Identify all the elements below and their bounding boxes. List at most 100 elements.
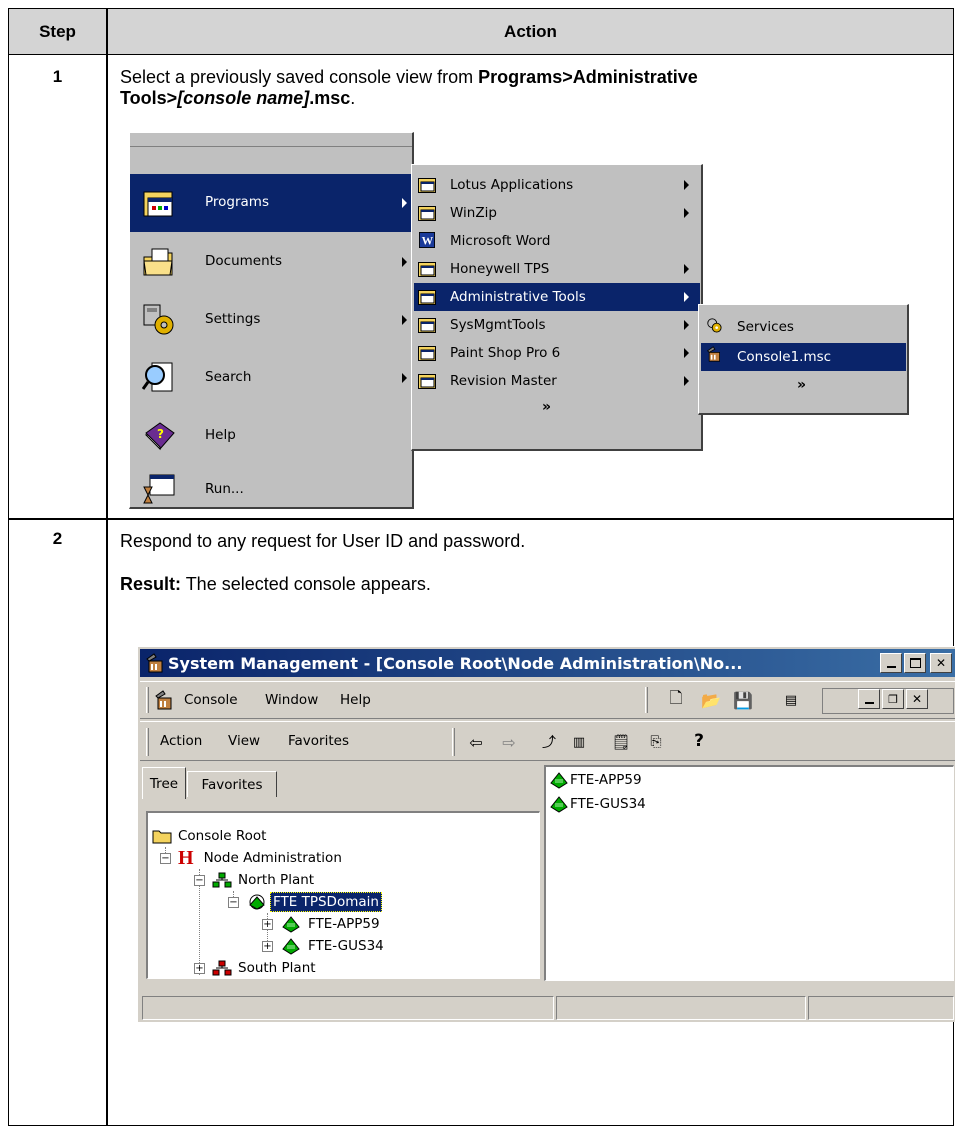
close-icon: ✕ bbox=[935, 656, 947, 670]
help-book-icon: ? bbox=[144, 422, 175, 451]
tree-item-fte-gus34[interactable]: FTE-GUS34 bbox=[280, 935, 384, 957]
list-pane: FTE-APP59 FTE-GUS34 bbox=[544, 765, 954, 981]
services-gear-icon bbox=[707, 318, 722, 333]
tree-item-fte-app59[interactable]: FTE-APP59 bbox=[280, 913, 380, 935]
submenu-item-word[interactable]: W Microsoft Word bbox=[414, 227, 700, 255]
menu-item-programs[interactable]: Programs bbox=[130, 174, 413, 232]
expand-icon[interactable]: + bbox=[194, 963, 205, 974]
save-icon[interactable]: 💾 bbox=[732, 689, 754, 711]
back-arrow-icon[interactable]: ⇦ bbox=[465, 731, 487, 753]
program-group-icon bbox=[418, 178, 436, 193]
tree-item-fte-tpsdomain[interactable]: FTE TPSDomain bbox=[246, 891, 382, 913]
menu-top-strip bbox=[130, 133, 412, 147]
window-titlebar[interactable]: System Management - [Console Root\Node A… bbox=[140, 649, 955, 677]
menu-window[interactable]: Window bbox=[265, 682, 318, 718]
menu-item-documents[interactable]: Documents bbox=[130, 235, 413, 293]
submenu-arrow-icon bbox=[402, 257, 407, 267]
submenu-item-revision[interactable]: Revision Master bbox=[414, 367, 700, 395]
tree-item-console-root[interactable]: Console Root bbox=[152, 825, 266, 847]
menu-favorites[interactable]: Favorites bbox=[288, 722, 349, 760]
menu-help[interactable]: Help bbox=[340, 682, 371, 718]
menu-item-search[interactable]: Search bbox=[130, 351, 413, 409]
list-item[interactable]: FTE-APP59 bbox=[548, 769, 642, 791]
submenu-label: Microsoft Word bbox=[450, 233, 551, 249]
child-minimize-button[interactable] bbox=[858, 689, 880, 709]
submenu-item-honeywell[interactable]: Honeywell TPS bbox=[414, 255, 700, 283]
programs-icon bbox=[143, 191, 173, 217]
tree-label: South Plant bbox=[238, 960, 316, 976]
collapse-icon[interactable]: − bbox=[228, 897, 239, 908]
menu-label-search: Search bbox=[205, 369, 252, 385]
tree-item-node-admin[interactable]: H Node Administration bbox=[178, 847, 342, 869]
console-menu-icon bbox=[155, 690, 172, 710]
result-text: The selected console appears. bbox=[181, 574, 431, 594]
tree-item-north-plant[interactable]: North Plant bbox=[212, 869, 314, 891]
expand-more-icon[interactable]: » bbox=[542, 399, 551, 415]
window-title: System Management - [Console Root\Node A… bbox=[168, 653, 743, 673]
program-group-icon bbox=[418, 374, 436, 389]
submenu-item-console1[interactable]: Console1.msc bbox=[701, 343, 906, 371]
list-item[interactable]: FTE-GUS34 bbox=[548, 793, 646, 815]
menu-item-help[interactable]: ? Help bbox=[130, 409, 413, 467]
export-list-icon[interactable]: ⎘ bbox=[645, 731, 667, 753]
svg-text:W: W bbox=[422, 235, 434, 247]
menu-item-run[interactable]: Run... bbox=[130, 463, 413, 521]
node-green-icon bbox=[550, 796, 568, 813]
tree-item-south-plant[interactable]: South Plant bbox=[212, 957, 316, 979]
properties-icon[interactable]: 🗒 bbox=[610, 731, 632, 753]
menu-console[interactable]: Console bbox=[184, 682, 238, 718]
expand-more-icon[interactable]: » bbox=[797, 377, 806, 393]
plant-red-icon bbox=[212, 960, 232, 976]
submenu-item-admin-tools[interactable]: Administrative Tools bbox=[414, 283, 700, 311]
step1-path-ext: .msc bbox=[309, 88, 351, 108]
child-close-button[interactable]: ✕ bbox=[906, 689, 928, 709]
forward-arrow-icon[interactable]: ⇨ bbox=[498, 731, 520, 753]
tree-label-selected: FTE TPSDomain bbox=[270, 892, 382, 912]
submenu-item-paintshop[interactable]: Paint Shop Pro 6 bbox=[414, 339, 700, 367]
submenu-item-services[interactable]: Services bbox=[701, 313, 906, 341]
status-bar bbox=[140, 992, 955, 1022]
step-number-2: 2 bbox=[52, 529, 63, 548]
child-restore-button[interactable]: ❐ bbox=[882, 689, 904, 709]
mmc-window: System Management - [Console Root\Node A… bbox=[137, 646, 955, 1022]
minimize-button[interactable] bbox=[880, 653, 902, 673]
step1-path-part1: Programs>Administrative bbox=[478, 67, 698, 87]
maximize-button[interactable] bbox=[904, 653, 926, 673]
show-hide-tree-icon[interactable]: ▥ bbox=[568, 731, 590, 753]
expand-icon[interactable]: + bbox=[262, 941, 273, 952]
tree-label: FTE-GUS34 bbox=[308, 938, 384, 954]
run-icon bbox=[143, 474, 175, 504]
tab-tree[interactable]: Tree bbox=[142, 767, 186, 799]
submenu-label: Console1.msc bbox=[737, 349, 832, 365]
menu-item-settings[interactable]: Settings bbox=[130, 293, 413, 351]
toolbar-grip bbox=[645, 687, 648, 713]
menu-label-run: Run... bbox=[205, 481, 244, 497]
up-level-icon[interactable]: ⤴ bbox=[538, 731, 560, 753]
submenu-item-winzip[interactable]: WinZip bbox=[414, 199, 700, 227]
menu-label-settings: Settings bbox=[205, 311, 261, 327]
close-button[interactable]: ✕ bbox=[930, 653, 952, 673]
step1-instruction: Select a previously saved console view f… bbox=[120, 67, 698, 109]
submenu-arrow-icon bbox=[684, 264, 689, 274]
tree-label: FTE-APP59 bbox=[308, 916, 380, 932]
collapse-icon[interactable]: − bbox=[160, 853, 171, 864]
menu-action[interactable]: Action bbox=[160, 722, 202, 760]
documents-icon bbox=[143, 248, 173, 276]
honeywell-h-icon: H bbox=[178, 846, 194, 869]
list-item-label: FTE-GUS34 bbox=[570, 796, 646, 812]
submenu-arrow-icon bbox=[684, 292, 689, 302]
mmc-app-icon bbox=[146, 653, 163, 673]
submenu-item-lotus[interactable]: Lotus Applications bbox=[414, 171, 700, 199]
collapse-icon[interactable]: − bbox=[194, 875, 205, 886]
help-icon[interactable]: ? bbox=[688, 730, 710, 752]
new-window-icon[interactable]: ▤ bbox=[780, 689, 802, 711]
submenu-arrow-icon bbox=[684, 376, 689, 386]
tab-favorites[interactable]: Favorites bbox=[187, 771, 277, 797]
column-divider bbox=[106, 9, 108, 1125]
open-folder-icon[interactable]: 📂 bbox=[700, 689, 722, 711]
header-step: Step bbox=[39, 22, 76, 41]
expand-icon[interactable]: + bbox=[262, 919, 273, 930]
new-document-icon[interactable]: 🗋 bbox=[665, 688, 687, 711]
submenu-item-sysmgmt[interactable]: SysMgmtTools bbox=[414, 311, 700, 339]
menu-view[interactable]: View bbox=[228, 722, 260, 760]
